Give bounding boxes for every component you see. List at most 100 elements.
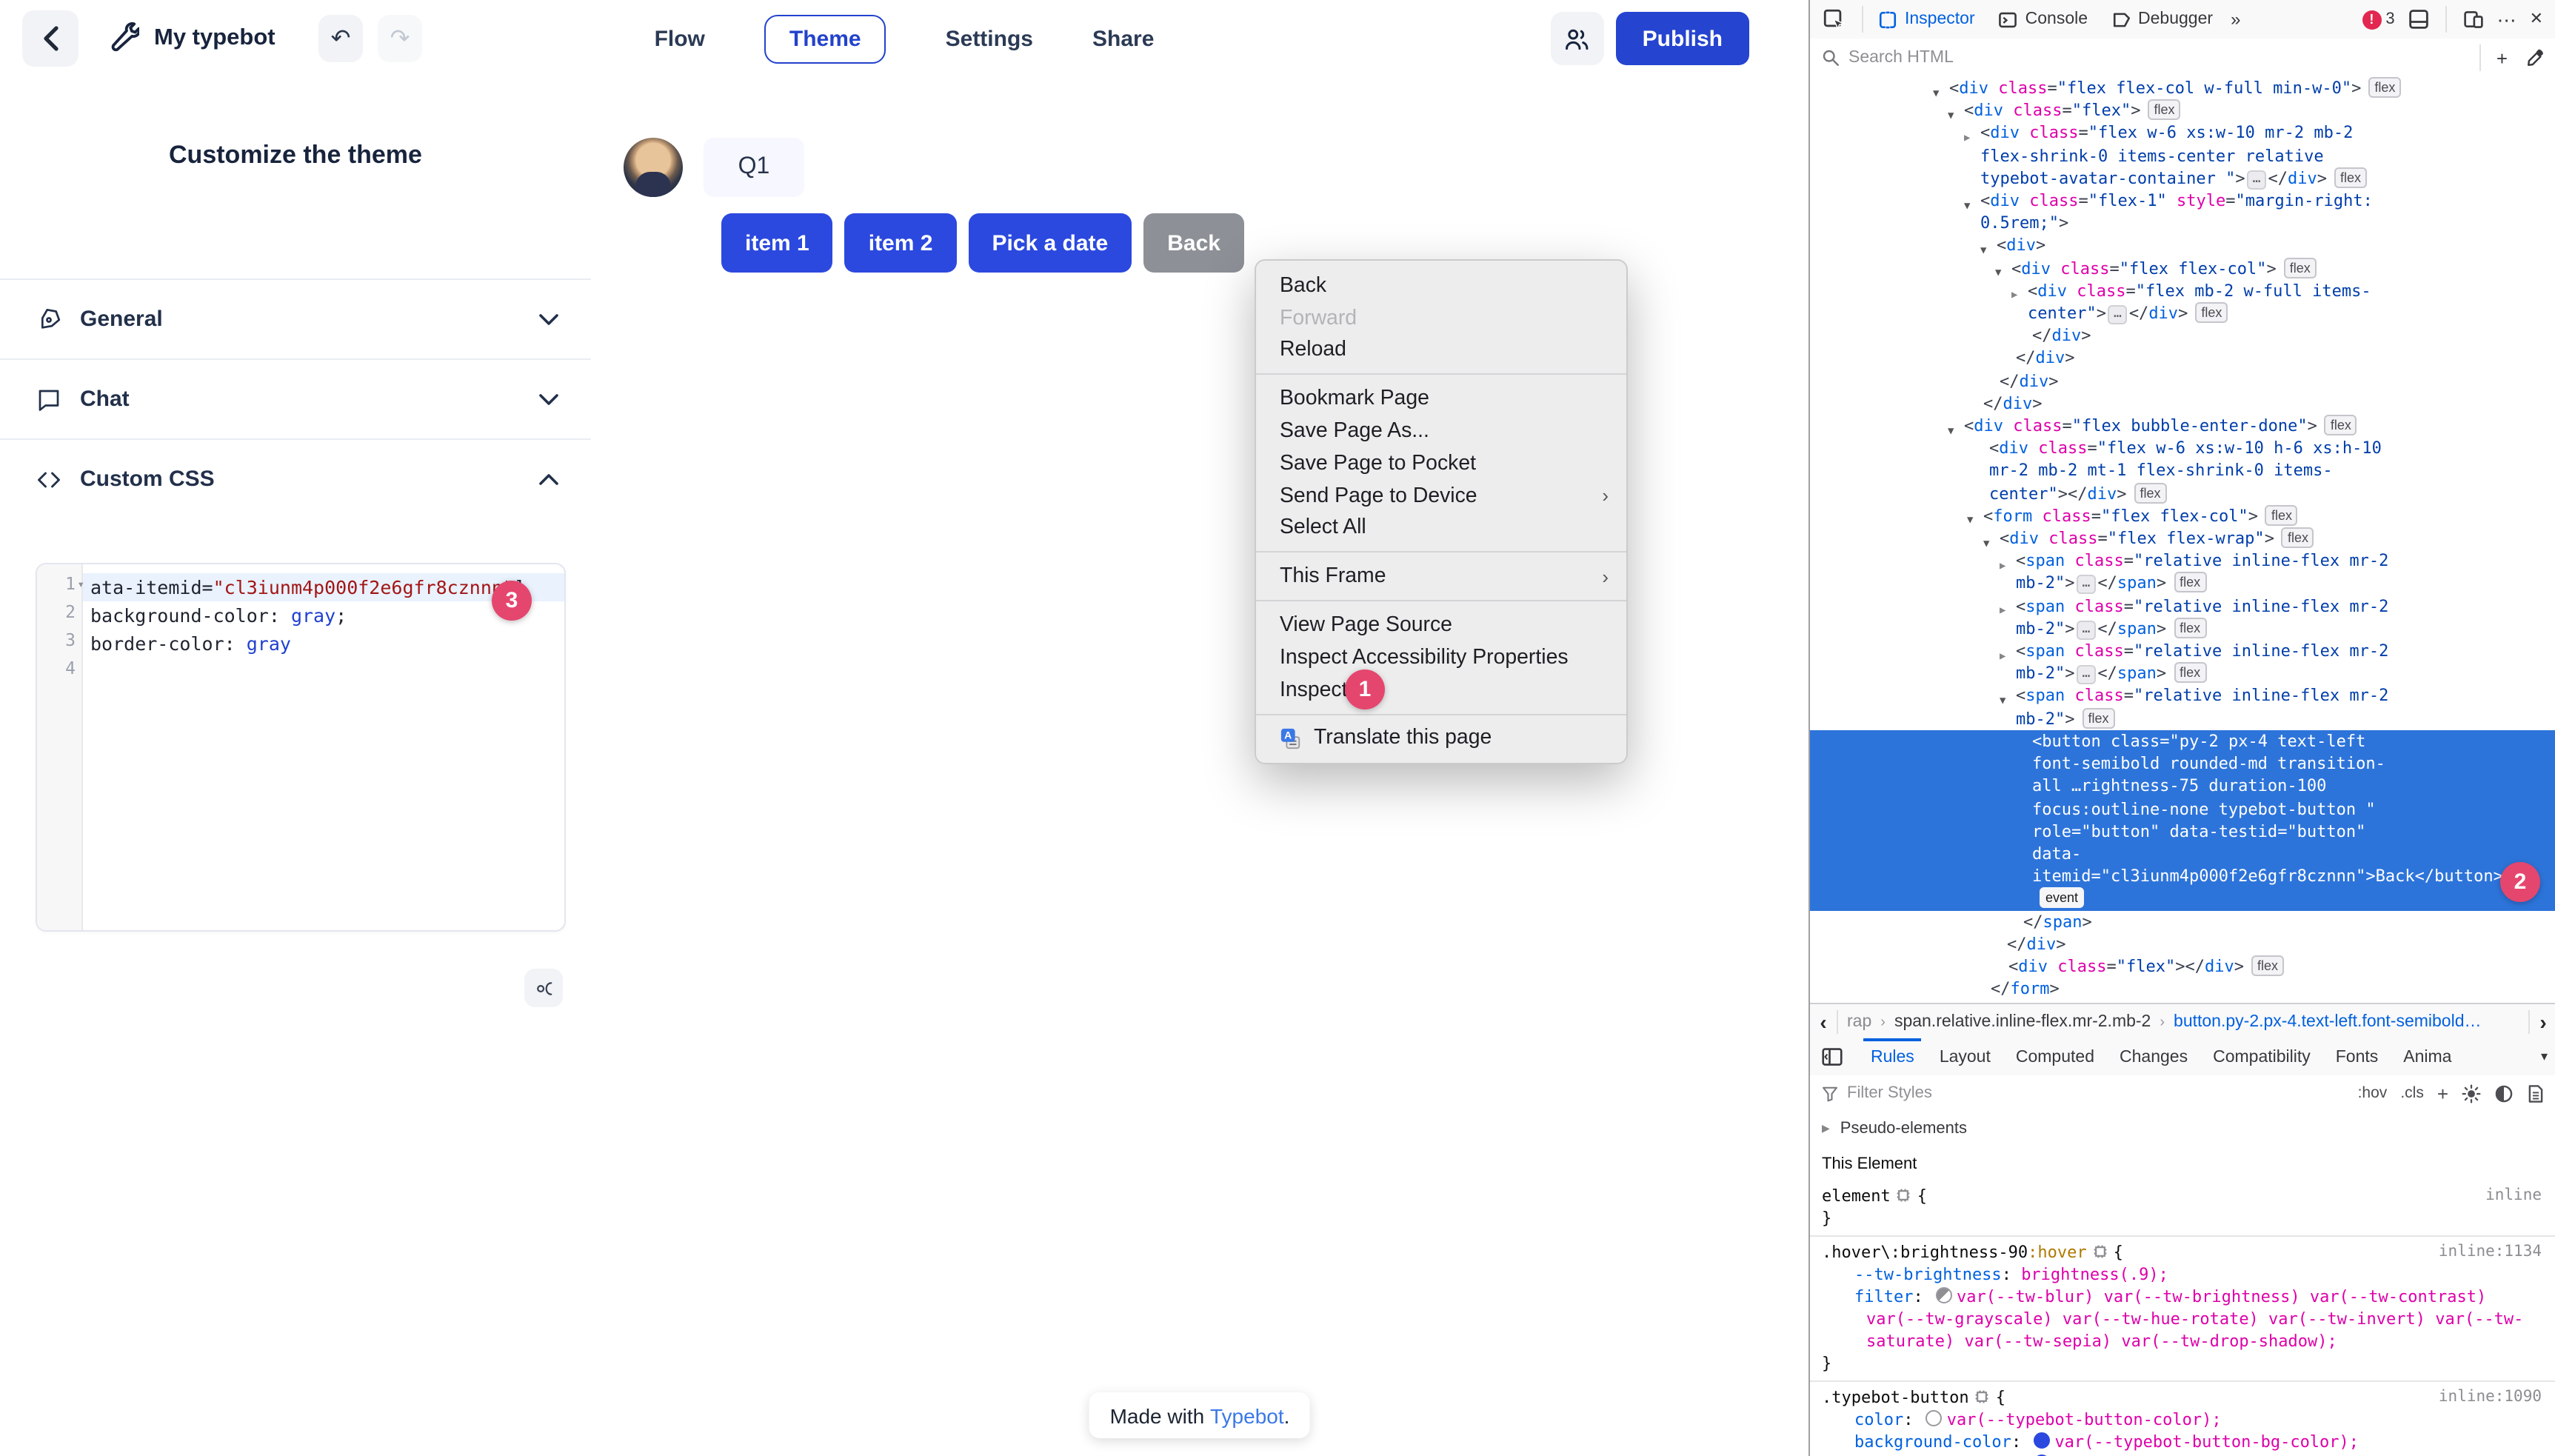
inline-expand-icon[interactable]: … bbox=[2077, 666, 2097, 685]
tree-node[interactable]: ▶<span class="relative inline-flex mr-2 … bbox=[1810, 550, 2555, 595]
toggle-pseudo-classes-button[interactable]: :hov bbox=[2358, 1084, 2388, 1102]
tree-node[interactable]: <div class="flex w-6 xs:w-10 h-6 xs:h-10… bbox=[1810, 438, 2555, 505]
tree-node[interactable]: ▶<span class="relative inline-flex mr-2 … bbox=[1810, 640, 2555, 685]
tree-node[interactable]: ▶<div class="flex mb-2 w-full items-cent… bbox=[1810, 280, 2555, 325]
collapse-arrow-icon[interactable]: ▼ bbox=[2000, 690, 2005, 712]
tree-node[interactable]: <div class="flex"></div>flex bbox=[1810, 955, 2555, 978]
section-custom-css[interactable]: Custom CSS bbox=[0, 438, 591, 518]
rule-selector[interactable]: element{inline bbox=[1822, 1185, 2545, 1207]
add-rule-button[interactable]: + bbox=[2437, 1082, 2448, 1104]
custom-css-editor[interactable]: 1▾234 ata-itemid="cl3iunm4p000f2e6gfr8cz… bbox=[36, 563, 566, 932]
flex-badge[interactable]: flex bbox=[2325, 415, 2357, 435]
tab-theme[interactable]: Theme bbox=[764, 14, 886, 63]
tree-node[interactable]: ▼<div class="flex">flex bbox=[1810, 99, 2555, 121]
inline-expand-icon[interactable]: … bbox=[2247, 170, 2267, 190]
eyedropper-icon[interactable] bbox=[2525, 48, 2545, 67]
rule-source-link[interactable]: inline bbox=[2485, 1185, 2542, 1207]
section-chat[interactable]: Chat bbox=[0, 358, 591, 438]
breadcrumb-item-selected[interactable]: button.py-2.px-4.text-left.font-semibold… bbox=[2174, 1013, 2482, 1031]
panel-tab-animations[interactable]: Anima bbox=[2403, 1048, 2451, 1066]
expand-arrow-icon[interactable]: ▶ bbox=[2000, 600, 2005, 622]
rule-source-link[interactable]: inline:1090 bbox=[2439, 1386, 2542, 1409]
choice-button-back[interactable]: Back bbox=[1143, 213, 1244, 273]
flex-badge[interactable]: flex bbox=[2174, 663, 2206, 684]
tree-node[interactable]: </div> bbox=[1810, 932, 2555, 955]
tree-node[interactable]: </span> bbox=[1810, 910, 2555, 932]
css-declaration[interactable]: color: var(--typebot-button-color); bbox=[1822, 1409, 2545, 1431]
menu-item-select-all[interactable]: Select All bbox=[1256, 512, 1626, 544]
error-count-badge[interactable]: ! 3 bbox=[2362, 10, 2394, 29]
selector-highlighter-icon[interactable] bbox=[1975, 1389, 1990, 1404]
css-declaration[interactable]: --tw-brightness: brightness(.9); bbox=[1822, 1263, 2545, 1286]
tree-node[interactable]: ▶<span class="relative inline-flex mr-2 … bbox=[1810, 595, 2555, 640]
css-declaration[interactable]: background-color: var(--typebot-button-b… bbox=[1822, 1431, 2545, 1453]
dark-scheme-icon[interactable] bbox=[2494, 1083, 2514, 1103]
menu-item-save-page-to-pocket[interactable]: Save Page to Pocket bbox=[1256, 447, 1626, 480]
collaborators-button[interactable] bbox=[1551, 12, 1604, 65]
menu-item-translate-this-page[interactable]: ATranslate this page bbox=[1256, 722, 1626, 755]
expand-arrow-icon[interactable]: ▶ bbox=[1964, 127, 1970, 150]
split-console-icon[interactable] bbox=[2408, 9, 2429, 30]
tree-node[interactable]: ▼<div class="flex-1" style="margin-right… bbox=[1810, 190, 2555, 235]
breadcrumb-item[interactable]: span.relative.inline-flex.mr-2.mb-2 bbox=[1894, 1013, 2151, 1031]
edit-classes-button[interactable]: .cls bbox=[2400, 1084, 2424, 1102]
breadcrumb-forward-icon[interactable]: › bbox=[2528, 1010, 2555, 1034]
flex-badge[interactable]: flex bbox=[2334, 167, 2367, 188]
tree-node[interactable]: ▼<form class="flex flex-col">flex bbox=[1810, 505, 2555, 527]
node-picker-button[interactable] bbox=[1810, 0, 1859, 39]
menu-item-this-frame[interactable]: This Frame› bbox=[1256, 561, 1626, 593]
flex-badge[interactable]: flex bbox=[2174, 618, 2206, 638]
menu-item-view-page-source[interactable]: View Page Source bbox=[1256, 609, 1626, 641]
breadcrumb-item[interactable]: rap bbox=[1847, 1013, 1871, 1031]
panel-tabs-dropdown-icon[interactable]: ▾ bbox=[2541, 1049, 2555, 1065]
panel-tab-rules[interactable]: Rules bbox=[1871, 1048, 1914, 1066]
tree-node[interactable]: </div> bbox=[1810, 393, 2555, 415]
flex-badge[interactable]: flex bbox=[2282, 527, 2314, 548]
filter-swatch-icon[interactable] bbox=[1936, 1287, 1952, 1303]
event-badge[interactable]: event bbox=[2040, 888, 2084, 909]
tree-node[interactable]: </div> bbox=[1810, 347, 2555, 370]
filter-styles-bar[interactable]: Filter Styles :hov .cls + bbox=[1810, 1075, 2555, 1112]
selector-highlighter-icon[interactable] bbox=[2093, 1244, 2108, 1259]
flex-badge[interactable]: flex bbox=[2195, 302, 2228, 323]
panel-tab-changes[interactable]: Changes bbox=[2120, 1048, 2188, 1066]
tree-node[interactable]: ▼<div class="flex bubble-enter-done">fle… bbox=[1810, 415, 2555, 437]
panel-tab-fonts[interactable]: Fonts bbox=[2336, 1048, 2379, 1066]
editor-code-line[interactable]: border-color: gray bbox=[83, 630, 564, 658]
menu-item-back[interactable]: Back bbox=[1256, 270, 1626, 302]
choice-button-item1[interactable]: item 1 bbox=[721, 213, 833, 273]
menu-item-bookmark-page[interactable]: Bookmark Page bbox=[1256, 383, 1626, 415]
menu-item-inspect-accessibility-properties[interactable]: Inspect Accessibility Properties bbox=[1256, 641, 1626, 674]
inline-expand-icon[interactable]: … bbox=[2077, 621, 2097, 640]
tree-node[interactable]: ▼<div class="flex flex-wrap">flex bbox=[1810, 527, 2555, 550]
publish-button[interactable]: Publish bbox=[1616, 12, 1749, 65]
rule-selector[interactable]: .typebot-button{inline:1090 bbox=[1822, 1386, 2545, 1409]
responsive-mode-icon[interactable] bbox=[2463, 9, 2484, 30]
tree-node[interactable]: ▼<div class="flex flex-col">flex bbox=[1810, 257, 2555, 279]
flex-badge[interactable]: flex bbox=[2174, 572, 2206, 593]
tree-node[interactable]: ▼<span class="relative inline-flex mr-2 … bbox=[1810, 685, 2555, 730]
devtools-close-button[interactable]: ✕ bbox=[2530, 11, 2543, 27]
fold-arrow-icon[interactable]: ▾ bbox=[77, 578, 84, 591]
tree-node-selected[interactable]: <button class="py-2 px-4 text-left font-… bbox=[1810, 730, 2555, 910]
flex-badge[interactable]: flex bbox=[2284, 257, 2317, 278]
collapse-arrow-icon[interactable]: ▼ bbox=[1964, 195, 1970, 217]
flex-badge[interactable]: flex bbox=[2134, 482, 2166, 503]
editor-code-line[interactable] bbox=[83, 658, 564, 686]
expand-arrow-icon[interactable]: ▶ bbox=[2011, 285, 2017, 307]
panel-tab-computed[interactable]: Computed bbox=[2016, 1048, 2094, 1066]
panel-tab-layout[interactable]: Layout bbox=[1940, 1048, 1991, 1066]
flex-badge[interactable]: flex bbox=[2368, 77, 2401, 98]
light-scheme-icon[interactable] bbox=[2462, 1083, 2481, 1103]
flex-badge[interactable]: flex bbox=[2265, 505, 2298, 526]
section-general[interactable]: General bbox=[0, 278, 591, 358]
expand-arrow-icon[interactable]: ▶ bbox=[2000, 555, 2005, 578]
menu-item-reload[interactable]: Reload bbox=[1256, 334, 1626, 367]
preview-runner-button[interactable] bbox=[524, 969, 563, 1007]
typebot-link[interactable]: Typebot bbox=[1210, 1403, 1284, 1427]
tab-settings[interactable]: Settings bbox=[946, 26, 1033, 51]
menu-item-save-page-as[interactable]: Save Page As... bbox=[1256, 415, 1626, 447]
rule-source-link[interactable]: inline:1134 bbox=[2439, 1241, 2542, 1263]
devtools-tab-debugger[interactable]: Debugger bbox=[2100, 0, 2225, 39]
flex-badge[interactable]: flex bbox=[2148, 99, 2181, 120]
